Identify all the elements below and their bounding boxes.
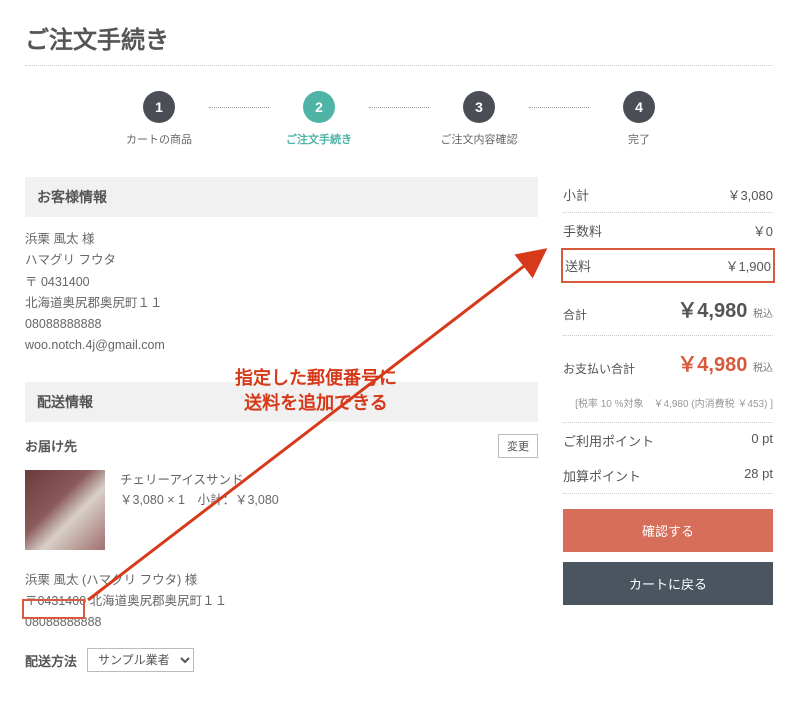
annotation-callout: 指定した郵便番号に 送料を追加できる bbox=[235, 366, 397, 416]
product-name: チェリーアイスサンド bbox=[120, 470, 279, 490]
step-2-circle: 2 bbox=[303, 91, 335, 123]
total-label: 合計 bbox=[563, 306, 587, 323]
pay-suffix: 税込 bbox=[753, 363, 773, 374]
change-address-button[interactable]: 変更 bbox=[498, 434, 538, 458]
customer-info-header: お客様情報 bbox=[25, 177, 538, 217]
step-4-label: 完了 bbox=[628, 131, 650, 147]
tax-note: [税率 10 %対象 ￥4,980 (内消費税 ￥453) ] bbox=[563, 389, 773, 422]
confirm-button[interactable]: 確認する bbox=[563, 509, 773, 552]
product-row: チェリーアイスサンド ￥3,080 × 1 小計：￥3,080 bbox=[25, 470, 538, 550]
product-thumbnail bbox=[25, 470, 105, 550]
total-suffix: 税込 bbox=[753, 309, 773, 320]
customer-address: 北海道奥尻郡奥尻町１１ bbox=[25, 293, 538, 314]
customer-postal: 〒 0431400 bbox=[25, 272, 538, 293]
ship-to-block: 浜栗 風太 (ハマグリ フウタ) 様 〒0431400 北海道奥尻郡奥尻町１１ … bbox=[25, 570, 538, 634]
step-separator bbox=[369, 107, 429, 108]
ship-to-name: 浜栗 風太 (ハマグリ フウタ) 様 bbox=[25, 570, 538, 591]
step-1-circle: 1 bbox=[143, 91, 175, 123]
use-point-value: 0 pt bbox=[751, 431, 773, 450]
deliver-to-heading: お届け先 bbox=[25, 436, 77, 455]
fee-value: ￥0 bbox=[753, 221, 773, 240]
step-2: 2 ご注文手続き bbox=[269, 91, 369, 147]
shipping-method-select[interactable]: サンプル業者 bbox=[87, 648, 194, 672]
subtotal-label: 小計 bbox=[563, 185, 589, 204]
step-1: 1 カートの商品 bbox=[109, 91, 209, 147]
add-point-value: 28 pt bbox=[744, 466, 773, 485]
customer-info-section: お客様情報 浜栗 風太 様 ハマグリ フウタ 〒 0431400 北海道奥尻郡奥… bbox=[25, 177, 538, 357]
ship-to-tel: 08088888888 bbox=[25, 612, 538, 633]
customer-email: woo.notch.4j@gmail.com bbox=[25, 335, 538, 356]
fee-label: 手数料 bbox=[563, 221, 602, 240]
customer-tel: 08088888888 bbox=[25, 314, 538, 335]
back-to-cart-button[interactable]: カートに戻る bbox=[563, 562, 773, 605]
checkout-steps: 1 カートの商品 2 ご注文手続き 3 ご注文内容確認 4 完了 bbox=[25, 91, 773, 147]
step-3-label: ご注文内容確認 bbox=[441, 131, 518, 147]
shipping-method-label: 配送方法 bbox=[25, 651, 77, 670]
step-3: 3 ご注文内容確認 bbox=[429, 91, 529, 147]
product-price-line: ￥3,080 × 1 小計：￥3,080 bbox=[120, 490, 279, 510]
pay-label: お支払い合計 bbox=[563, 360, 635, 377]
shipping-info-section: 配送情報 お届け先 変更 チェリーアイスサンド ￥3,080 × 1 小計：￥3… bbox=[25, 382, 538, 673]
ship-label: 送料 bbox=[565, 256, 591, 275]
step-4-circle: 4 bbox=[623, 91, 655, 123]
add-point-label: 加算ポイント bbox=[563, 466, 641, 485]
step-1-label: カートの商品 bbox=[126, 131, 192, 147]
shipping-highlight-box: 送料 ￥1,900 bbox=[561, 248, 775, 283]
step-3-circle: 3 bbox=[463, 91, 495, 123]
customer-name: 浜栗 風太 様 bbox=[25, 229, 538, 250]
total-value: ￥4,980 bbox=[677, 300, 747, 322]
page-title: ご注文手続き bbox=[25, 20, 773, 66]
step-4: 4 完了 bbox=[589, 91, 689, 147]
ship-value: ￥1,900 bbox=[725, 256, 771, 275]
step-2-label: ご注文手続き bbox=[286, 131, 352, 147]
customer-kana: ハマグリ フウタ bbox=[25, 250, 538, 271]
use-point-label: ご利用ポイント bbox=[563, 431, 654, 450]
step-separator bbox=[529, 107, 589, 108]
ship-to-postal-address: 〒0431400 北海道奥尻郡奥尻町１１ bbox=[25, 591, 538, 612]
step-separator bbox=[209, 107, 269, 108]
order-summary: 小計 ￥3,080 手数料 ￥0 送料 ￥1,900 合計 ￥4,980 税込 bbox=[563, 177, 773, 615]
pay-value: ￥4,980 bbox=[677, 354, 747, 376]
subtotal-value: ￥3,080 bbox=[727, 185, 773, 204]
